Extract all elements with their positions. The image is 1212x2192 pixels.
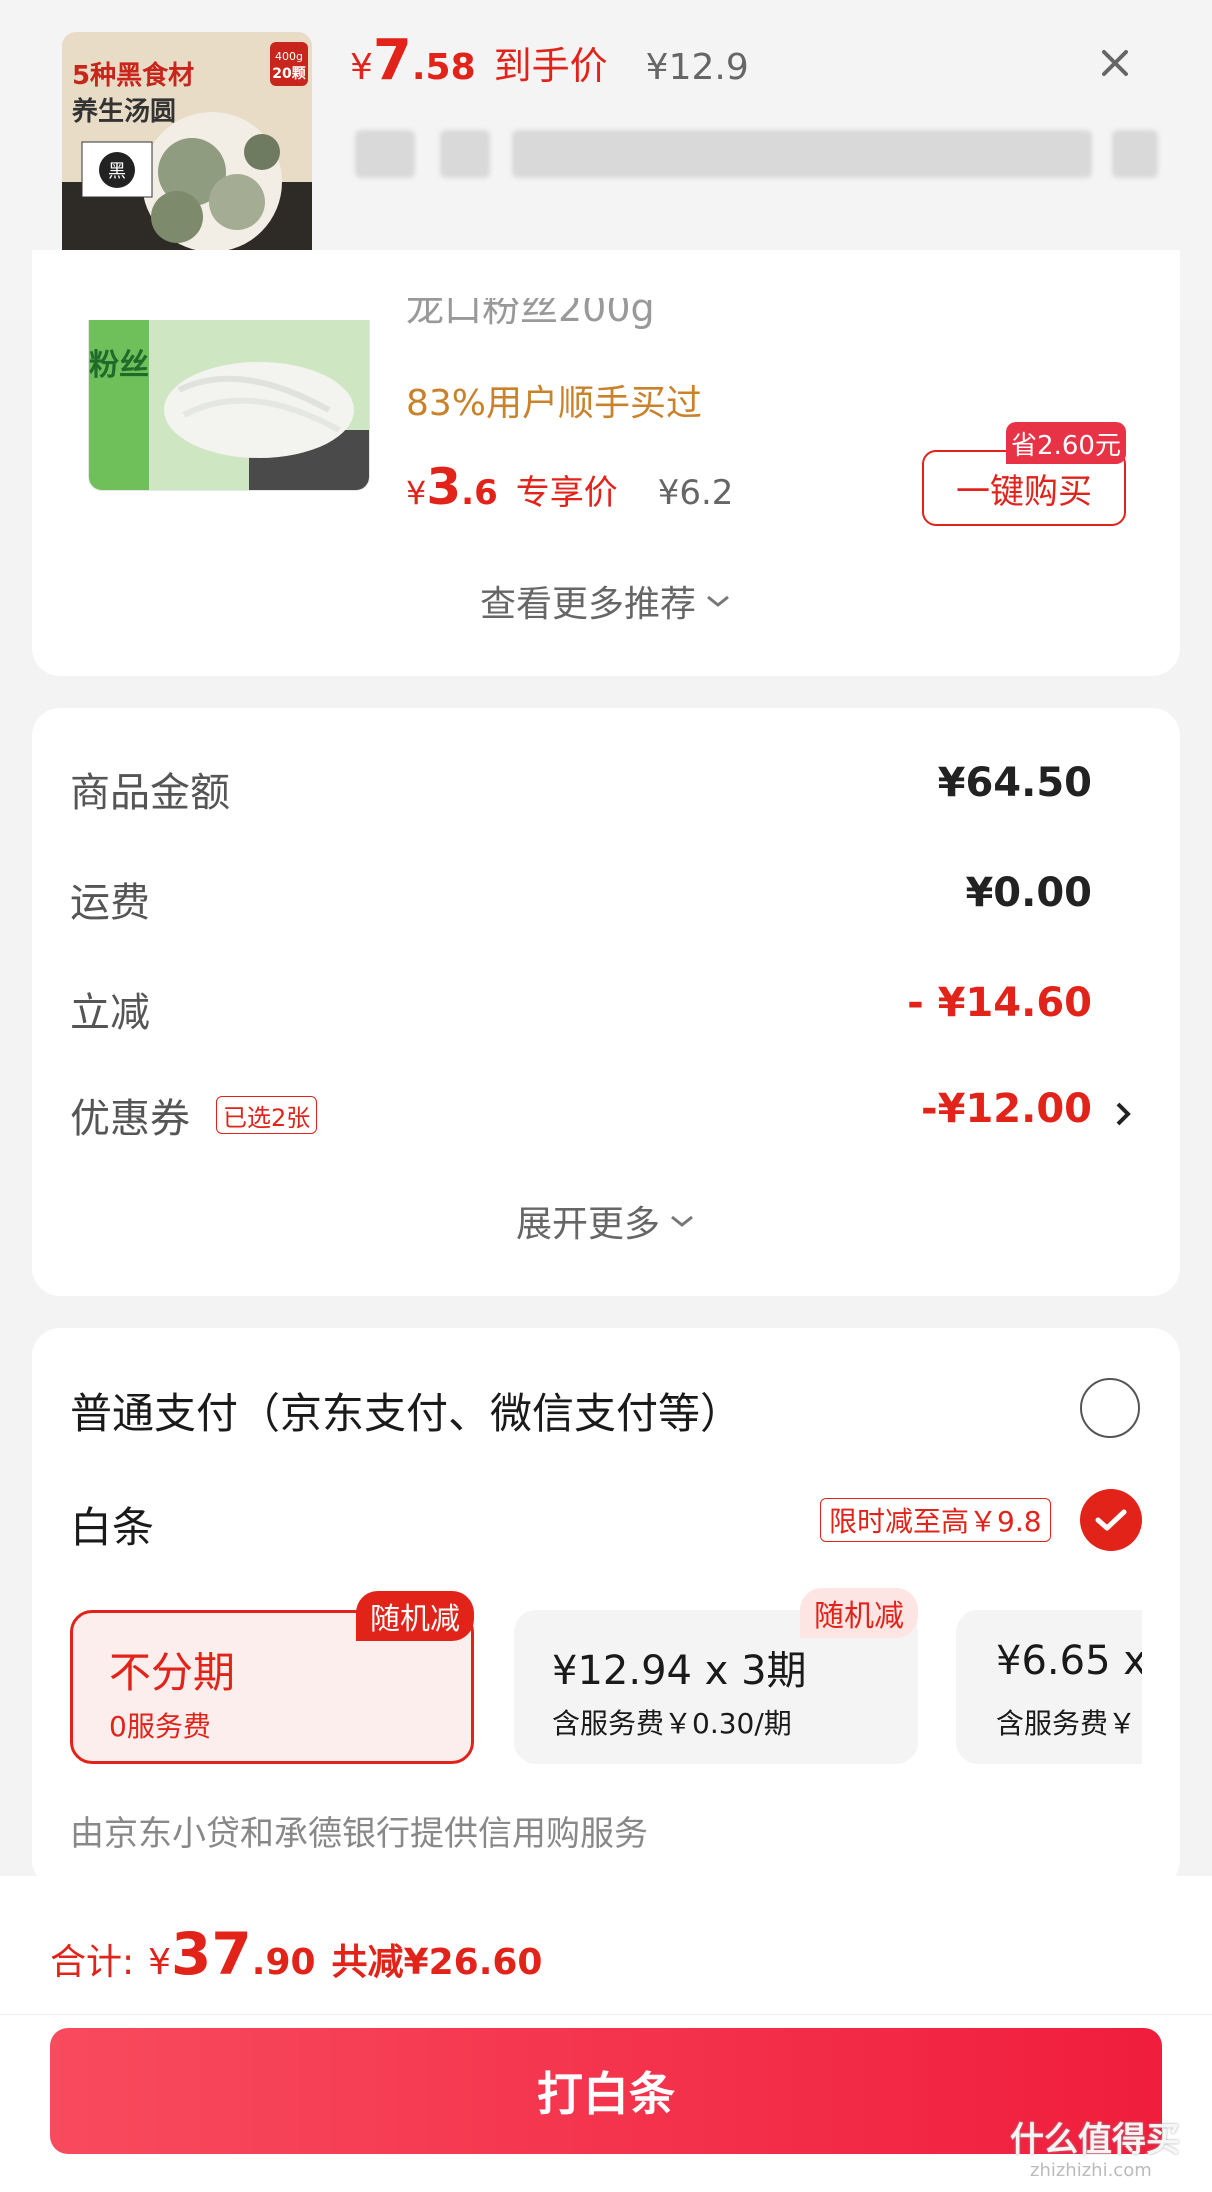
plan-subtitle: 含服务费￥0.30/期	[552, 1707, 792, 1740]
product-thumbnail[interactable]: 黑 5种黑食材 养生汤圆 400g 20颗	[62, 32, 312, 282]
price-dec: .6	[461, 473, 498, 513]
price-int: 7	[372, 28, 412, 93]
baitiao-label[interactable]: 白条	[70, 1494, 154, 1555]
baitiao-promo-tag: 限时减至高￥9.8	[820, 1498, 1051, 1542]
expand-more-label: 展开更多	[515, 1204, 660, 1245]
pack-char: 黑	[108, 161, 126, 182]
plan-no-installment[interactable]: 随机减 不分期 0服务费	[70, 1591, 474, 1764]
total-label: 合计:	[50, 1942, 135, 1983]
badge-weight: 400g	[275, 50, 303, 63]
normal-payment-label[interactable]: 普通支付（京东支付、微信支付等）	[70, 1380, 742, 1441]
divider	[0, 2014, 1212, 2015]
instant-discount-label: 立减	[70, 990, 150, 1036]
close-icon[interactable]	[1090, 38, 1140, 88]
shipping-label: 运费	[70, 880, 150, 926]
normal-payment-radio[interactable]	[1080, 1378, 1140, 1438]
currency: ¥	[148, 1942, 172, 1983]
more-recommendations-link[interactable]: 查看更多推荐	[0, 575, 1212, 627]
recommended-price-row: ¥ 3 .6 专享价 ¥6.2	[406, 458, 733, 516]
plan-title: 不分期	[109, 1648, 236, 1697]
random-discount-tag: 随机减	[356, 1591, 474, 1641]
buy-stat: 83%用户顺手买过	[406, 383, 703, 424]
currency: ¥	[350, 47, 373, 88]
plan-title: ¥6.65 x	[996, 1638, 1142, 1684]
plan-3-installments[interactable]: 随机减 ¥12.94 x 3期 含服务费￥0.30/期	[514, 1588, 918, 1764]
subtotal-label: 商品金额	[70, 770, 230, 816]
badge-count: 20颗	[272, 66, 305, 82]
expand-more-link[interactable]: 展开更多	[0, 1195, 1212, 1247]
chevron-down-icon	[671, 1215, 693, 1227]
save-badge: 省2.60元	[1006, 422, 1126, 464]
plan-clip: ¥6.65 x 含服务费￥	[956, 1610, 1142, 1764]
top-price-row: ¥ 7 .58 到手价 ¥12.9	[350, 28, 749, 98]
instant-discount-value: - ¥14.60	[907, 980, 1092, 1026]
recommended-product-image[interactable]: 粉丝	[88, 320, 370, 491]
recommended-product-title: 龙口粉丝200g	[406, 298, 655, 330]
chevron-right-icon[interactable]	[1112, 1098, 1136, 1134]
chevron-down-icon	[707, 595, 729, 607]
check-icon	[1095, 1509, 1127, 1531]
total-dec: .90	[251, 1942, 316, 1983]
pay-baitiao-button[interactable]: 打白条	[50, 2028, 1162, 2154]
watermark-url: zhizhizhi.com	[1030, 2160, 1152, 2181]
image-caption-2: 养生汤圆	[71, 96, 176, 127]
provider-note: 由京东小贷和承德银行提供信用购服务	[70, 1814, 648, 1854]
price-int: 3	[426, 458, 462, 516]
currency: ¥	[406, 474, 427, 512]
image-caption-1: 5种黑食材	[72, 60, 194, 91]
baitiao-radio-checked[interactable]	[1080, 1489, 1142, 1551]
total-saved: 共减¥26.60	[331, 1942, 543, 1983]
original-price: ¥6.2	[657, 473, 734, 513]
plan-subtitle: 0服务费	[109, 1710, 211, 1743]
plan-6-installments[interactable]: ¥6.65 x 含服务费￥	[956, 1610, 1142, 1764]
more-link-label: 查看更多推荐	[479, 584, 696, 625]
watermark-logo: 什么值得买	[1010, 2120, 1180, 2160]
coupon-value: -¥12.00	[921, 1086, 1092, 1132]
price-label: 到手价	[493, 44, 608, 88]
plan-subtitle: 含服务费￥	[996, 1707, 1137, 1740]
shipping-value: ¥0.00	[965, 870, 1092, 916]
plan-title: ¥12.94 x 3期	[552, 1648, 807, 1694]
image-text: 粉丝	[89, 348, 149, 383]
random-discount-tag: 随机减	[800, 1588, 918, 1638]
price-label: 专享价	[515, 473, 618, 513]
total-row: 合计: ¥ 37 .90 共减¥26.60	[50, 1920, 542, 1988]
total-int: 37	[171, 1920, 252, 1988]
original-price: ¥12.9	[645, 47, 749, 88]
subtotal-value: ¥64.50	[937, 760, 1092, 806]
price-dec: .58	[411, 47, 476, 88]
